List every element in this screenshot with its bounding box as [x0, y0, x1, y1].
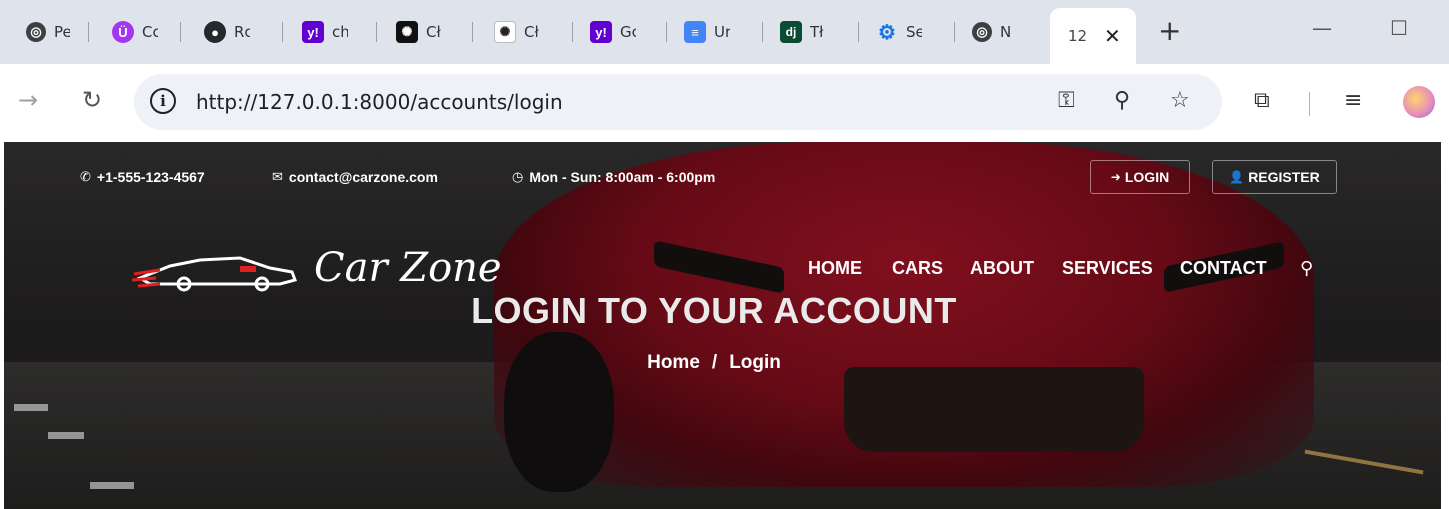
openai-icon: ✺ [494, 21, 516, 43]
browser-tab[interactable]: dj Tł [768, 14, 826, 50]
tab-title: Pe [54, 23, 70, 41]
tab-title: 12 [1068, 27, 1086, 45]
breadcrumb-current: Login [729, 352, 781, 373]
search-icon[interactable]: ⚲ [1300, 258, 1313, 279]
hero-banner: ✆ +1-555-123-4567 ✉ contact@carzone.com … [4, 142, 1441, 509]
address-bar[interactable]: i http://127.0.0.1:8000/accounts/login ⚿… [134, 74, 1222, 130]
github-icon: ● [204, 21, 226, 43]
breadcrumb: Home / Login [4, 352, 1424, 374]
phone-text: +1-555-123-4567 [96, 169, 205, 185]
docs-icon: ≡ [684, 21, 706, 43]
contact-phone[interactable]: ✆ +1-555-123-4567 [80, 169, 205, 185]
breadcrumb-separator: / [711, 352, 718, 373]
yahoo-icon: y! [302, 21, 324, 43]
browser-toolbar: → ↻ i http://127.0.0.1:8000/accounts/log… [0, 64, 1449, 142]
browser-tab[interactable]: ⚙ Se [864, 14, 922, 50]
password-key-icon[interactable]: ⚿ [1058, 88, 1075, 113]
media-control-icon[interactable]: ≡ [1344, 88, 1362, 113]
site-info-icon[interactable]: i [150, 88, 176, 114]
tab-title: Ur [714, 23, 730, 41]
logo-text: Car Zone [314, 245, 502, 291]
globe-icon: ◎ [26, 22, 46, 42]
django-icon: dj [780, 21, 802, 43]
clock-icon: ◷ [512, 169, 524, 185]
nav-item-cars[interactable]: CARS [892, 258, 943, 279]
envelope-icon: ✉ [272, 169, 283, 185]
tab-title: N [1000, 23, 1012, 41]
globe-icon: ◎ [972, 22, 992, 42]
browser-tab[interactable]: ● Rc [192, 14, 250, 50]
bookmark-star-icon[interactable]: ☆ [1170, 88, 1190, 113]
browser-tab[interactable]: ◎ N [960, 14, 1016, 50]
nav-item-contact[interactable]: CONTACT [1180, 258, 1267, 279]
sign-in-icon: ➜ [1110, 170, 1121, 184]
page-title: LOGIN TO YOUR ACCOUNT [471, 290, 957, 331]
tab-title: Cł [524, 23, 539, 41]
main-nav: HOME [808, 258, 862, 279]
email-text: contact@carzone.com [288, 169, 438, 185]
browser-tab[interactable]: y! ch [290, 14, 348, 50]
contact-email[interactable]: ✉ contact@carzone.com [272, 169, 438, 185]
browser-tab[interactable]: ≡ Ur [672, 14, 730, 50]
car-logo-icon [131, 256, 297, 292]
forward-icon[interactable]: → [18, 86, 38, 114]
tab-title: Cc [142, 23, 158, 41]
browser-tab[interactable]: ◎ Pe [14, 14, 70, 50]
gear-icon: ⚙ [878, 21, 896, 44]
tab-title: ch [332, 23, 348, 41]
tab-title: Cł [426, 23, 441, 41]
toolbar-divider [1309, 92, 1310, 116]
register-button[interactable]: 👤 REGISTER [1212, 160, 1337, 194]
login-label: LOGIN [1124, 169, 1170, 185]
close-icon[interactable]: ✕ [1104, 24, 1121, 49]
browser-tab-active[interactable]: 12 ✕ [1050, 8, 1136, 64]
reload-icon[interactable]: ↻ [82, 86, 102, 114]
breadcrumb-home-link[interactable]: Home [647, 352, 700, 373]
browser-tab[interactable]: Ü Cc [100, 14, 158, 50]
login-button[interactable]: ➜ LOGIN [1090, 160, 1190, 194]
minimize-button[interactable]: — [1312, 16, 1332, 40]
site-logo[interactable]: Car Zone [130, 244, 502, 292]
zoom-icon[interactable]: ⚲ [1114, 88, 1130, 113]
udemy-icon: Ü [112, 21, 134, 43]
browser-tab[interactable]: ✺ Cł [384, 14, 442, 50]
openai-icon: ✺ [396, 21, 418, 43]
tab-title: Se [906, 23, 922, 41]
tab-title: Tł [810, 23, 824, 41]
phone-icon: ✆ [80, 169, 91, 185]
opening-hours: ◷ Mon - Sun: 8:00am - 6:00pm [512, 169, 715, 185]
new-tab-button[interactable]: + [1158, 14, 1181, 47]
maximize-button[interactable]: ☐ [1390, 16, 1408, 40]
hours-text: Mon - Sun: 8:00am - 6:00pm [529, 169, 716, 185]
tab-title: Gc [620, 23, 636, 41]
yahoo-icon: y! [590, 21, 612, 43]
user-icon: 👤 [1229, 170, 1245, 184]
avatar[interactable] [1403, 86, 1435, 118]
url-text[interactable]: http://127.0.0.1:8000/accounts/login [196, 90, 563, 114]
register-label: REGISTER [1248, 169, 1320, 185]
extensions-icon[interactable]: ⧉ [1254, 88, 1270, 113]
browser-tab[interactable]: ✺ Cł [482, 14, 540, 50]
nav-item-home[interactable]: HOME [808, 258, 862, 279]
browser-tabstrip: ◎ Pe Ü Cc ● Rc y! ch ✺ Cł ✺ Cł y! Gc ≡ U… [0, 0, 1449, 64]
nav-item-services[interactable]: SERVICES [1062, 258, 1153, 279]
nav-item-about[interactable]: ABOUT [970, 258, 1034, 279]
browser-tab[interactable]: y! Gc [578, 14, 636, 50]
tab-title: Rc [234, 23, 250, 41]
